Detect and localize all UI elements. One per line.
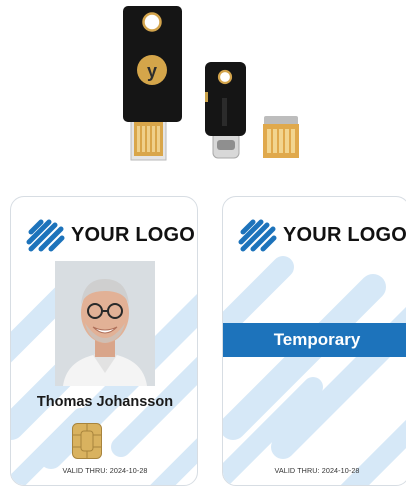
id-card-temporary: YOUR LOGO Temporary VALID THRU: 2024-10-… <box>222 196 406 486</box>
logo-text: YOUR LOGO <box>71 223 196 246</box>
logo-stripes-icon <box>238 219 277 252</box>
usb-c-security-key <box>205 62 246 159</box>
smartcard-chip-icon <box>72 423 102 459</box>
valid-thru-date: VALID THRU: 2024-10-28 <box>62 466 148 475</box>
employee-name: Thomas Johansson <box>36 394 174 410</box>
employee-photo <box>55 261 155 386</box>
card-logo: YOUR LOGO <box>237 215 406 255</box>
security-keys-image: y <box>123 6 299 161</box>
temporary-banner: Temporary <box>223 323 406 357</box>
card-logo: YOUR LOGO <box>25 215 195 255</box>
usb-a-security-key: y <box>123 6 182 161</box>
key-letter: y <box>147 61 157 81</box>
logo-text: YOUR LOGO <box>283 223 406 246</box>
nano-security-key <box>263 116 299 158</box>
id-card-employee: YOUR LOGO Thomas Johansson VALID THRU: 2… <box>10 196 198 486</box>
valid-thru-date: VALID THRU: 2024-10-28 <box>274 466 360 475</box>
logo-stripes-icon <box>26 219 65 252</box>
